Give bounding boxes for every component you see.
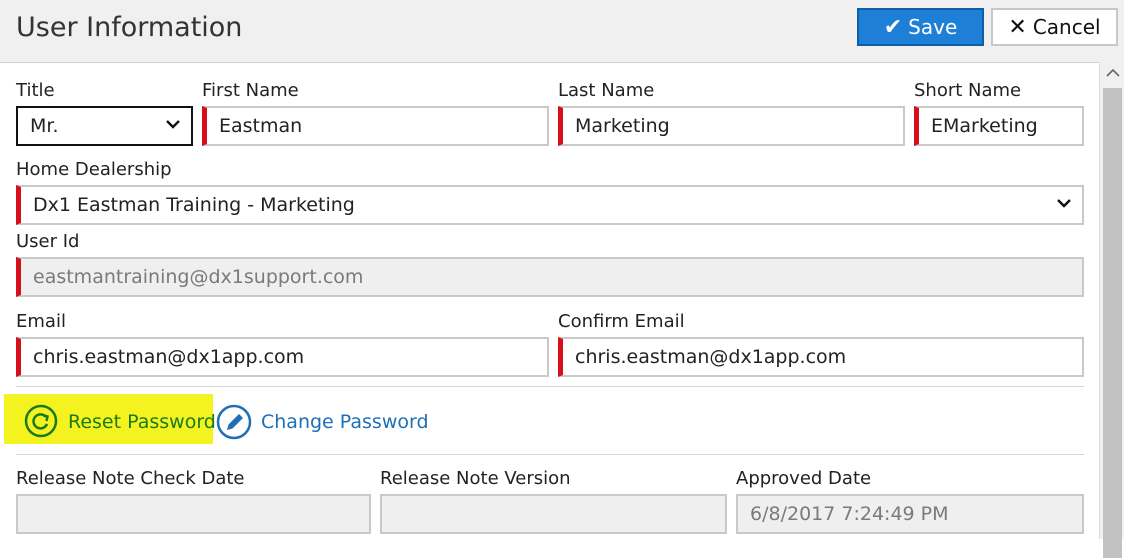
home-dealership-label: Home Dealership [16,159,172,180]
release-note-check-date-field [16,494,371,534]
email-value: chris.eastman@dx1app.com [33,346,305,368]
email-field[interactable]: chris.eastman@dx1app.com [16,337,549,377]
confirm-email-field[interactable]: chris.eastman@dx1app.com [558,337,1084,377]
chevron-down-icon [166,120,180,129]
confirm-email-value: chris.eastman@dx1app.com [575,346,847,368]
last-name-label: Last Name [558,80,655,101]
user-id-value: eastmantraining@dx1support.com [33,266,364,288]
title-label: Title [16,80,55,101]
check-icon: ✔ [883,14,903,40]
cancel-button[interactable]: ✕ Cancel [991,8,1118,46]
page-title: User Information [16,12,243,43]
last-name-value: Marketing [575,115,670,137]
save-label: Save [908,15,958,39]
divider [16,386,1084,387]
reset-password-link[interactable]: Reset Password [68,411,216,433]
scrollbar-thumb[interactable] [1103,88,1122,558]
chevron-up-icon[interactable] [1106,68,1120,78]
confirm-email-label: Confirm Email [558,311,685,332]
vertical-scrollbar[interactable] [1099,62,1124,558]
user-id-field: eastmantraining@dx1support.com [16,257,1084,297]
header-bar: User Information ✔ Save ✕ Cancel [0,0,1124,63]
first-name-field[interactable]: Eastman [202,106,549,146]
release-note-version-label: Release Note Version [380,468,571,489]
release-note-version-field [380,494,727,534]
email-label: Email [16,311,66,332]
chevron-down-icon [1057,199,1071,208]
save-button[interactable]: ✔ Save [857,8,984,46]
approved-date-field: 6/8/2017 7:24:49 PM [736,494,1084,534]
release-note-check-date-label: Release Note Check Date [16,468,245,489]
refresh-icon[interactable] [24,404,58,438]
user-id-label: User Id [16,231,80,252]
title-value: Mr. [30,115,59,137]
title-select[interactable]: Mr. [16,106,193,146]
approved-date-value: 6/8/2017 7:24:49 PM [750,503,949,525]
pencil-icon[interactable] [216,404,254,440]
divider [16,454,1084,455]
first-name-label: First Name [202,80,299,101]
home-dealership-value: Dx1 Eastman Training - Marketing [33,194,355,216]
first-name-value: Eastman [219,115,303,137]
short-name-field[interactable]: EMarketing [914,106,1084,146]
last-name-field[interactable]: Marketing [558,106,905,146]
change-password-link[interactable]: Change Password [261,411,429,433]
home-dealership-select[interactable]: Dx1 Eastman Training - Marketing [16,185,1084,225]
short-name-label: Short Name [914,80,1022,101]
approved-date-label: Approved Date [736,468,872,489]
cancel-label: Cancel [1032,15,1101,39]
close-icon: ✕ [1008,14,1027,40]
short-name-value: EMarketing [931,115,1038,137]
